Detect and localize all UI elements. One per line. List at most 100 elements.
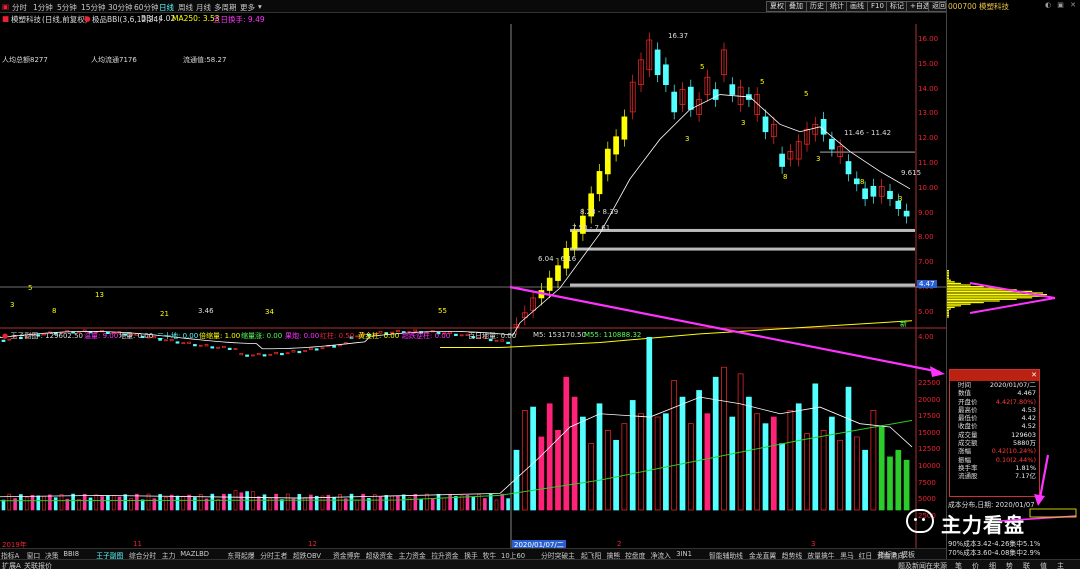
volume-bar [436, 493, 441, 511]
candle [663, 64, 669, 85]
price-axis-tick: 10.00 [918, 183, 939, 192]
volume-bar [146, 493, 151, 511]
period-tab-active[interactable]: 日线 [159, 2, 174, 13]
popup-key: 时间 [958, 381, 971, 389]
popup-key: 流通股 [958, 472, 978, 481]
volume-bar [303, 497, 307, 511]
popup-value: 4.52 [1021, 422, 1036, 431]
chevron-down-icon[interactable]: ▾ [258, 2, 262, 11]
candle [297, 350, 302, 354]
sub-item: 温量: 9.00 [84, 332, 119, 340]
volume-bar [82, 493, 87, 511]
period-tab[interactable]: 月线 [196, 2, 211, 13]
status-item[interactable]: 题及新闻在来源 [898, 561, 947, 569]
sub-item: 果炮: 0.00 [285, 332, 320, 340]
candle [459, 334, 464, 337]
status-item[interactable]: 关联报价 [24, 561, 52, 569]
volume-bar [895, 449, 902, 511]
cost-bar [947, 273, 949, 275]
fib-number: 13 [95, 291, 104, 299]
period-tab[interactable]: 分时 [12, 2, 27, 13]
volume-bar [737, 373, 744, 511]
popup-header: ✕ [950, 370, 1039, 381]
period-tab[interactable]: 更多 [240, 2, 255, 13]
status-item[interactable]: 势 [1006, 561, 1013, 569]
cost-bar [947, 310, 949, 312]
toolbar-button[interactable]: 历史 [806, 1, 828, 12]
fib-number: 8 [860, 178, 864, 186]
cost-bar [947, 276, 949, 278]
status-item[interactable]: 联 [1023, 561, 1030, 569]
volume-bar [256, 496, 261, 511]
status-item[interactable]: 扩展A [2, 561, 21, 569]
toolbar-button[interactable]: 叠加 [785, 1, 807, 12]
volume-bar [216, 499, 220, 511]
popup-value: 4.42 [1021, 414, 1036, 423]
volume-bar [401, 494, 406, 511]
status-item[interactable]: 主 [1057, 561, 1064, 569]
period-tab[interactable]: 30分钟 [108, 2, 133, 13]
cost-bar [947, 278, 949, 280]
fib-number: 34 [265, 308, 274, 316]
volume-bar [251, 491, 255, 511]
popup-row: 振幅 0.10(2.44%) [950, 456, 1039, 464]
data-popup[interactable]: ✕ 时间 2020/01/07/二 数值 4.467 开盘价 4.42(7.80%) 最高价… [949, 369, 1040, 497]
period-tab[interactable]: 15分钟 [81, 2, 106, 13]
period-tab[interactable]: 周线 [178, 2, 193, 13]
volume-axis-tick: 20000 [918, 395, 941, 404]
menu-icon[interactable]: ▣ [2, 2, 9, 11]
price-axis-tick: 14.00 [918, 84, 939, 93]
volume-bar [71, 493, 75, 511]
candlestick-chart[interactable]: 16.37 11.46 - 11.42 8.28 - 8.39 7.50 - 7.61… [0, 24, 946, 548]
volume-bar [555, 429, 561, 511]
candle [175, 341, 180, 344]
volume-bar [158, 494, 162, 511]
toolbar-button[interactable]: 标记 [886, 1, 908, 12]
sub-item: 缩量涨: 0.00 [241, 332, 283, 340]
candle [820, 119, 827, 135]
indicator-tab[interactable]: 3IN1 [676, 550, 692, 558]
status-item[interactable]: 细 [989, 561, 996, 569]
volume-bar [571, 396, 578, 511]
volume-bar [500, 493, 505, 511]
volume-bar [390, 495, 394, 511]
window-controls-icon[interactable]: ◐ ▣ ✕ [1045, 1, 1078, 9]
candle [870, 185, 877, 197]
volume-bar [762, 423, 769, 511]
cost-line: 70%成本3.60-4.08集中2.9% [948, 549, 1041, 557]
toolbar-button[interactable]: F10 [867, 1, 888, 12]
toolbar-button[interactable]: 统计 [826, 1, 848, 12]
stock-code-title: 000700 模塑科技 [948, 2, 1010, 11]
popup-value: 4.42(7.80%) [995, 397, 1036, 406]
volume-bar [24, 496, 29, 511]
volume-bar [679, 396, 686, 511]
status-item[interactable]: 价 [972, 561, 979, 569]
indicator-tab[interactable]: MAZLBD [180, 550, 209, 558]
volume-bar [117, 496, 122, 511]
volume-bar [175, 495, 180, 511]
period-tab[interactable]: 60分钟 [134, 2, 159, 13]
period-tab[interactable]: 5分钟 [57, 2, 77, 13]
candle [309, 347, 313, 350]
volume-bar [862, 449, 868, 511]
candle [274, 352, 278, 355]
volume-bar [721, 366, 727, 511]
period-tab[interactable]: 1分钟 [33, 2, 53, 13]
cost-bar [947, 297, 1033, 299]
signal-mark: 新 [900, 319, 907, 328]
zone-label: 6.04 - 6.16 [538, 255, 577, 263]
period-tab[interactable]: 多周期 [214, 2, 237, 13]
toolbar-button[interactable]: 画线 [846, 1, 868, 12]
fib-number: 5 [804, 90, 808, 98]
indicator-tab[interactable]: BBI8 [63, 550, 79, 558]
price-axis-tick: 16.00 [918, 35, 939, 43]
popup-value: 4.53 [1021, 405, 1036, 414]
volume-bar [94, 494, 99, 511]
volume-bar [663, 413, 669, 511]
price-marker: 4.47 [917, 280, 937, 288]
status-item[interactable]: 笔 [955, 561, 962, 569]
volume-bar [471, 496, 476, 511]
status-item[interactable]: 值 [1040, 561, 1047, 569]
close-icon[interactable]: ✕ [1031, 370, 1037, 381]
volume-bar [355, 499, 360, 511]
